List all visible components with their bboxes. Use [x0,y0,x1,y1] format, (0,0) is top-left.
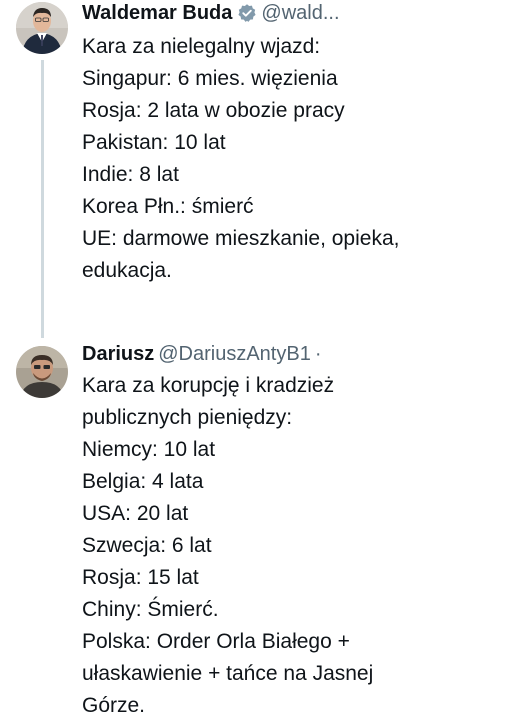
verified-badge-icon [237,3,257,23]
tweet-text-line: Górze. [82,694,146,717]
user-handle[interactable]: @wald... [261,0,339,26]
tweet-text-line: Rosja: 2 lata w obozie pracy [82,99,345,122]
display-name[interactable]: Dariusz [82,341,154,367]
tweet-text-line: Szwecja: 6 lat [82,534,212,557]
tweet-text-line: Polska: Order Orla Białego + [82,630,350,653]
tweet-text-line: ułaskawienie + tańce na Jasnej [82,662,374,685]
tweet-text-line: Chiny: Śmierć. [82,598,219,621]
tweet-text-line: Kara za nielegalny wjazd: [82,35,321,58]
tweet-text-line: Singapur: 6 mies. więzienia [82,67,338,90]
avatar[interactable] [16,2,68,54]
display-name[interactable]: Waldemar Buda [82,0,232,26]
tweet-text-line: Pakistan: 10 lat [82,131,226,154]
user-avatar-icon [16,346,68,398]
header-separator: · [314,343,322,365]
tweet-text-line: Belgia: 4 lata [82,470,204,493]
tweet-text-line: Korea Płn.: śmierć [82,195,254,218]
user-handle[interactable]: @DariuszAntyB1 [158,341,311,367]
tweet-text-line: edukacja. [82,259,172,282]
user-avatar-icon [16,2,68,54]
tweet-text: Kara za nielegalny wjazd: Singapur: 6 mi… [82,31,502,287]
avatar[interactable] [16,346,68,398]
tweet-text-line: Rosja: 15 lat [82,566,199,589]
tweet-text-line: Indie: 8 lat [82,163,179,186]
tweet-text: Kara za korupcję i kradzież publicznych … [82,370,502,722]
tweet-text-line: UE: darmowe mieszkanie, opieka, [82,227,400,250]
thread-connector-line [41,60,44,338]
tweet-header: Waldemar Buda @wald... [82,0,340,26]
tweet-text-line: USA: 20 lat [82,502,189,525]
tweet-text-line: Niemcy: 10 lat [82,438,216,461]
tweet-text-line: publicznych pieniędzy: [82,406,293,429]
tweet-text-line: Kara za korupcję i kradzież [82,374,335,397]
tweet-header: Dariusz @DariuszAntyB1 · [82,341,322,367]
